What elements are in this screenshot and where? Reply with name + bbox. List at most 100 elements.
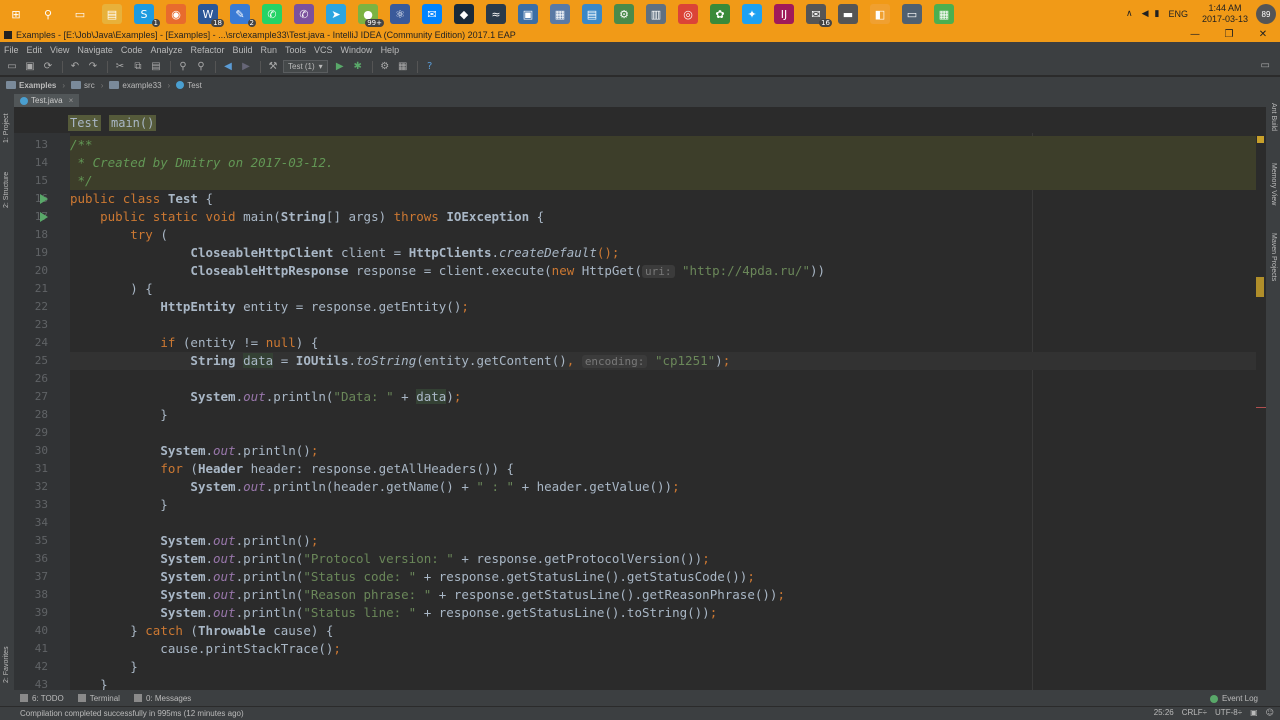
menu-run[interactable]: Run <box>261 45 278 55</box>
twitter-icon[interactable]: ✦ <box>742 4 762 24</box>
code-line[interactable] <box>70 424 1256 442</box>
debug-icon[interactable]: ✱ <box>350 60 366 74</box>
app-dark2-icon[interactable]: ▬ <box>838 4 858 24</box>
tool-tab-project[interactable]: 1: Project <box>3 113 10 143</box>
code-line[interactable]: } catch (Throwable cause) { <box>70 622 1256 640</box>
menu-build[interactable]: Build <box>232 45 252 55</box>
code-line[interactable]: if (entity != null) { <box>70 334 1256 352</box>
help-icon[interactable]: ? <box>422 60 438 74</box>
code-line[interactable]: System.out.println("Reason phrase: " + r… <box>70 586 1256 604</box>
menu-edit[interactable]: Edit <box>27 45 43 55</box>
tool-window-terminal[interactable]: Terminal <box>77 694 120 703</box>
nav-crumb-example33[interactable]: example33 › <box>109 81 170 90</box>
paste-icon[interactable]: ▤ <box>148 60 164 74</box>
clock[interactable]: 1:44 AM 2017-03-13 <box>1202 3 1248 25</box>
task-view-icon[interactable]: ▭ <box>70 4 90 24</box>
code-line[interactable]: System.out.println("Status code: " + res… <box>70 568 1256 586</box>
menu-analyze[interactable]: Analyze <box>150 45 182 55</box>
code-line[interactable]: CloseableHttpResponse response = client.… <box>70 262 1256 280</box>
messenger-icon[interactable]: ✉ <box>422 4 442 24</box>
event-log-button[interactable]: Event Log <box>1209 694 1258 703</box>
file-explorer-icon[interactable]: ▤ <box>102 4 122 24</box>
tab-test-java[interactable]: Test.java × <box>14 94 80 107</box>
settings-icon[interactable]: ⚙ <box>377 60 393 74</box>
menu-tools[interactable]: Tools <box>285 45 306 55</box>
code-line[interactable]: System.out.println("Status line: " + res… <box>70 604 1256 622</box>
tool-tab-maven-projects[interactable]: Maven Projects <box>1270 233 1277 281</box>
windows-start-icon[interactable]: ⊞ <box>6 4 26 24</box>
app-gray-icon[interactable]: ▥ <box>646 4 666 24</box>
code-line[interactable]: for (Header header: response.getAllHeade… <box>70 460 1256 478</box>
word-icon[interactable]: W 18 <box>198 4 224 27</box>
editor-error-stripe[interactable] <box>1256 133 1266 690</box>
search-icon[interactable]: ⚲ <box>38 4 58 24</box>
menu-refactor[interactable]: Refactor <box>190 45 224 55</box>
whatsapp-icon[interactable]: ✆ <box>262 4 282 24</box>
run-icon[interactable]: ▶ <box>332 60 348 74</box>
chrome-icon[interactable]: ◎ <box>678 4 698 24</box>
copy-icon[interactable]: ⧉ <box>130 60 146 74</box>
breadcrumb-class[interactable]: Test <box>68 115 101 131</box>
code-line[interactable]: ) { <box>70 280 1256 298</box>
code-line[interactable]: System.out.println(header.getName() + " … <box>70 478 1256 496</box>
menu-vcs[interactable]: VCS <box>314 45 333 55</box>
back-icon[interactable]: ◀ <box>220 60 236 74</box>
code-line[interactable]: } <box>70 406 1256 424</box>
code-line[interactable]: /** <box>70 136 1256 154</box>
redo-icon[interactable]: ↷ <box>85 60 101 74</box>
file-encoding[interactable]: UTF-8÷ <box>1215 708 1242 717</box>
app-dark-icon[interactable]: ◆ <box>454 4 474 24</box>
scroll-thumb[interactable] <box>1256 277 1264 297</box>
status-message[interactable]: Compilation completed successfully in 99… <box>20 709 244 718</box>
app-blue-icon[interactable]: ▣ <box>518 4 538 24</box>
menu-code[interactable]: Code <box>121 45 143 55</box>
code-line[interactable]: System.out.println(); <box>70 532 1256 550</box>
folder-icon[interactable]: ▤ <box>582 4 602 24</box>
mail-icon[interactable]: ✉ 16 <box>806 4 832 27</box>
breadcrumb-method[interactable]: main() <box>109 115 157 131</box>
code-line[interactable]: System.out.println("Data: " + data); <box>70 388 1256 406</box>
code-line[interactable]: * Created by Dmitry on 2017-03-12. <box>70 154 1256 172</box>
caret-position[interactable]: 25:26 <box>1154 708 1174 717</box>
nav-crumb-examples[interactable]: Examples › <box>6 81 65 90</box>
code-line[interactable] <box>70 514 1256 532</box>
skype-icon[interactable]: S1 <box>134 4 160 27</box>
react-icon[interactable]: ⚛ <box>390 4 410 24</box>
run-class-icon[interactable] <box>40 194 48 204</box>
code-line[interactable]: } <box>70 658 1256 676</box>
telegram-icon[interactable]: ➤ <box>326 4 346 24</box>
nav-crumb-test[interactable]: Test <box>176 81 202 90</box>
tool-tab-structure[interactable]: 2: Structure <box>3 172 10 208</box>
tool-tab-favorites[interactable]: 2: Favorites <box>3 646 10 683</box>
run-configuration-select[interactable]: Test (1) ▾ <box>283 60 328 73</box>
app-orange2-icon[interactable]: ◧ <box>870 4 890 24</box>
code-line[interactable]: CloseableHttpClient client = HttpClients… <box>70 244 1256 262</box>
menu-help[interactable]: Help <box>381 45 400 55</box>
open-icon[interactable]: ▭ <box>4 60 20 74</box>
viber-icon[interactable]: ✆ <box>294 4 314 24</box>
menu-view[interactable]: View <box>50 45 69 55</box>
project-structure-icon[interactable]: ▦ <box>395 60 411 74</box>
inspector-icon[interactable]: ☺ <box>1266 708 1274 717</box>
sync-icon[interactable]: ⟳ <box>40 60 56 74</box>
network-icon[interactable]: ▮ <box>1154 9 1159 19</box>
close-window-button[interactable]: ✕ <box>1246 28 1280 42</box>
code-editor[interactable]: /** * Created by Dmitry on 2017-03-12. *… <box>70 133 1256 690</box>
network-icon[interactable]: ⚙ <box>614 4 634 24</box>
volume-icon[interactable]: ◀ <box>1142 9 1149 19</box>
code-line[interactable]: public class Test { <box>70 190 1256 208</box>
tool-window-todo[interactable]: 6: TODO <box>20 694 64 703</box>
code-line[interactable]: cause.printStackTrace(); <box>70 640 1256 658</box>
tool-tab-memory-view[interactable]: Memory View <box>1270 163 1277 205</box>
language-indicator[interactable]: ENG <box>1168 9 1188 19</box>
app-orange-icon[interactable]: ◉ <box>166 4 186 24</box>
maximize-button[interactable]: ❐ <box>1212 28 1246 42</box>
build-icon[interactable]: ⚒ <box>265 60 281 74</box>
tray-chevron-icon[interactable]: ∧ <box>1126 9 1133 19</box>
cut-icon[interactable]: ✂ <box>112 60 128 74</box>
close-tab-icon[interactable]: × <box>69 96 74 105</box>
line-separator[interactable]: CRLF÷ <box>1182 708 1207 717</box>
hide-toolbar-icon[interactable]: ▭ <box>1261 60 1270 71</box>
menu-window[interactable]: Window <box>341 45 373 55</box>
notification-center-icon[interactable]: 89 <box>1256 4 1276 24</box>
